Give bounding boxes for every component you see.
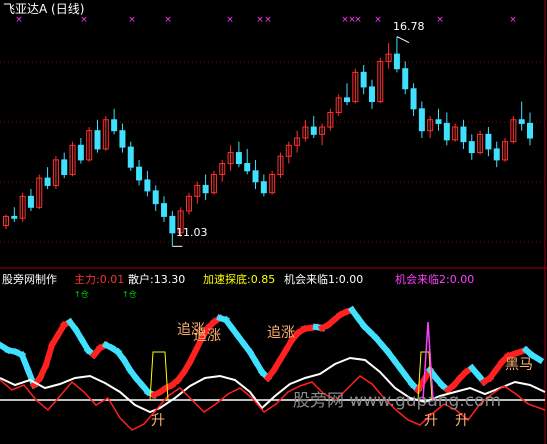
- chart-title: 飞亚达A (日线): [3, 2, 85, 16]
- candle-body: [485, 133, 492, 150]
- candle-body: [127, 146, 134, 168]
- jiasu-value: 加速探底:0.85: [203, 273, 276, 286]
- candle-body: [310, 126, 317, 135]
- candle-body: [410, 88, 417, 110]
- signal-tag-zhuizhang: 追涨: [267, 325, 295, 341]
- small-tag: ↑仓: [122, 290, 137, 299]
- candle-body: [152, 190, 159, 205]
- marker-x: ×: [80, 15, 88, 25]
- marker-x: ×: [226, 15, 234, 25]
- indicator-source-label: 股旁网制作: [2, 273, 57, 286]
- candle-body: [244, 163, 251, 172]
- candle-body: [368, 86, 375, 103]
- candle-body: [111, 119, 118, 132]
- zhuli-band-segment: [42, 341, 56, 369]
- marker-x: ×: [15, 15, 23, 25]
- marker-x: ×: [354, 15, 362, 25]
- watermark: 股旁网 www.gupang.com: [293, 391, 502, 411]
- candle-body: [27, 195, 34, 208]
- marker-x: ×: [164, 15, 172, 25]
- candle-body: [44, 177, 51, 186]
- candle-body: [169, 215, 176, 234]
- candle-body: [527, 122, 533, 139]
- candle-body: [252, 170, 259, 183]
- jihui1-value: 机会来临1:0.00: [284, 273, 364, 286]
- candle-body: [119, 130, 126, 148]
- candle-body: [344, 97, 351, 103]
- candle-body: [435, 119, 442, 124]
- marker-x: ×: [128, 15, 136, 25]
- low-price-label: 11.03: [176, 226, 208, 239]
- sanhu-value: 散户:13.30: [128, 273, 186, 286]
- candle-body: [11, 215, 18, 219]
- signal-tag-sheng: 升: [455, 413, 469, 429]
- marker-x: ×: [436, 15, 444, 25]
- candle-body: [393, 53, 400, 70]
- marker-x: ×: [509, 15, 517, 25]
- zhuli-value: 主力:0.01: [74, 273, 125, 286]
- candle-body: [418, 108, 425, 132]
- zhuli-band-segment: [527, 350, 545, 365]
- small-tag: ↑仓: [74, 290, 89, 299]
- candle-body: [161, 203, 168, 217]
- candle-body: [518, 119, 525, 124]
- candle-body: [402, 68, 409, 90]
- candle-body: [77, 144, 84, 161]
- candle-body: [360, 71, 367, 88]
- candle-body: [235, 152, 242, 165]
- signal-tag-zhuizhang: 追涨: [193, 328, 221, 344]
- marker-x: ×: [374, 15, 382, 25]
- candle-body: [260, 181, 267, 194]
- candle-body: [202, 184, 209, 194]
- signal-tag-sheng: 升: [424, 413, 438, 429]
- high-pointer: [396, 36, 410, 44]
- candle-body: [493, 148, 500, 161]
- jihui2-value: 机会来临2:0.00: [395, 273, 475, 286]
- marker-x: ×: [256, 15, 264, 25]
- jihui2-spike: [422, 321, 434, 401]
- candle-body: [460, 126, 467, 143]
- candle-body: [94, 130, 101, 150]
- high-price-label: 16.78: [393, 20, 425, 33]
- candle-body: [136, 166, 143, 181]
- candle-body: [468, 141, 475, 154]
- marker-x: ×: [264, 15, 272, 25]
- candle-body: [144, 179, 151, 192]
- stock-chart-canvas: × × × × × × × × ×× × × ×: [0, 0, 547, 444]
- candle-body: [61, 159, 68, 175]
- signal-tag-sheng: 升: [151, 413, 165, 429]
- candle-body: [443, 122, 450, 141]
- signal-tag-heima: 黑马: [505, 357, 533, 373]
